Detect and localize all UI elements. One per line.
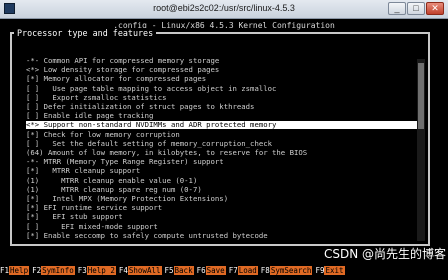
function-key-f8[interactable]: F8SymSearch bbox=[261, 265, 313, 276]
maximize-button[interactable]: □ bbox=[407, 2, 425, 15]
minimize-button[interactable]: _ bbox=[388, 2, 406, 15]
menu-item[interactable]: [*] Intel MPX (Memory Protection Extensi… bbox=[26, 195, 228, 203]
function-key-f6[interactable]: F6Save bbox=[197, 265, 226, 276]
function-key-label: SymInfo bbox=[41, 266, 75, 275]
menu-item[interactable]: [*] MTRR cleanup support bbox=[26, 167, 140, 175]
menu-item[interactable]: [*] Enable seccomp to safely compute unt… bbox=[26, 231, 268, 240]
menu-item[interactable]: [*] Memory allocator for compressed page… bbox=[26, 75, 206, 83]
function-key-f9[interactable]: F9Exit bbox=[315, 265, 345, 276]
menu-item[interactable]: [ ] Export zsmalloc statistics bbox=[26, 93, 167, 102]
menu-title: Processor type and features bbox=[14, 28, 157, 38]
menu-item[interactable]: [ ] Enable idle page tracking bbox=[26, 112, 153, 120]
menu-item[interactable]: <*> Low density storage for compressed p… bbox=[26, 66, 219, 74]
menu-item[interactable]: -*- Common API for compressed memory sto… bbox=[26, 57, 219, 65]
function-key-number: F8 bbox=[260, 266, 270, 275]
window-title: root@ebi2s2c02:/usr/src/linux-4.5.3 bbox=[153, 3, 295, 13]
terminal-area[interactable]: .config - Linux/x86 4.5.3 Kernel Configu… bbox=[0, 19, 448, 280]
menu-item[interactable]: (1) MTRR cleanup enable value (0-1) bbox=[26, 176, 197, 185]
function-key-label: Back bbox=[173, 266, 194, 275]
function-key-number: F4 bbox=[118, 266, 128, 275]
menu-item[interactable]: [ ] Use page table mapping to access obj… bbox=[26, 84, 276, 93]
menu-item[interactable]: [ ] Defer initialization of struct pages… bbox=[26, 103, 254, 111]
function-key-label: Help bbox=[9, 266, 30, 275]
menu-item[interactable]: [*] EFI stub support bbox=[26, 213, 123, 221]
menu-item[interactable]: -*- MTRR (Memory Type Range Register) su… bbox=[26, 158, 224, 166]
window-titlebar[interactable]: root@ebi2s2c02:/usr/src/linux-4.5.3 _ □ … bbox=[0, 0, 448, 19]
function-key-number: F7 bbox=[228, 266, 238, 275]
function-key-label: SymSearch bbox=[269, 266, 313, 275]
menu-item[interactable]: (1) MTRR cleanup spare reg num (0-7) bbox=[26, 185, 202, 194]
function-key-label: Exit bbox=[324, 266, 345, 275]
function-key-label: Load bbox=[237, 266, 258, 275]
function-key-f4[interactable]: F4ShowAll bbox=[119, 265, 162, 276]
scrollbar-thumb[interactable] bbox=[418, 63, 424, 129]
function-key-label: Save bbox=[205, 266, 226, 275]
function-key-number: F5 bbox=[164, 266, 174, 275]
function-key-number: F1 bbox=[0, 266, 10, 275]
csdn-watermark: CSDN @尚先生的博客 bbox=[324, 247, 447, 261]
menu-item[interactable]: [*] Check for low memory corruption bbox=[26, 130, 180, 139]
function-key-f3[interactable]: F3Help 2 bbox=[78, 265, 116, 276]
function-key-number: F3 bbox=[77, 266, 87, 275]
menu-item[interactable]: [*] EFI runtime service support bbox=[26, 204, 162, 212]
function-key-number: F2 bbox=[32, 266, 42, 275]
menu-item[interactable]: [ ] Set the default setting of memory_co… bbox=[26, 139, 272, 148]
function-key-f5[interactable]: F5Back bbox=[165, 265, 194, 276]
function-key-bar: F1Help F2SymInfo F3Help 2 F4ShowAll F5Back F6… bbox=[0, 265, 448, 276]
menu-scrollbar[interactable] bbox=[417, 59, 425, 241]
function-key-label: Help 2 bbox=[86, 266, 116, 275]
function-key-f1[interactable]: F1Help bbox=[0, 265, 30, 276]
close-button[interactable]: ✕ bbox=[426, 2, 444, 15]
function-key-label: ShowAll bbox=[127, 266, 162, 275]
function-key-number: F6 bbox=[196, 266, 206, 275]
function-key-f7[interactable]: F7Load bbox=[229, 265, 258, 276]
menu-item[interactable]: [ ] EFI mixed-mode support bbox=[26, 222, 158, 231]
menu-item[interactable]: (64) Amount of low memory, in kilobytes,… bbox=[26, 149, 307, 157]
function-key-f2[interactable]: F2SymInfo bbox=[32, 265, 75, 276]
menu-item-selected[interactable]: <*> Support non-standard NVDIMMs and ADR… bbox=[26, 121, 424, 130]
